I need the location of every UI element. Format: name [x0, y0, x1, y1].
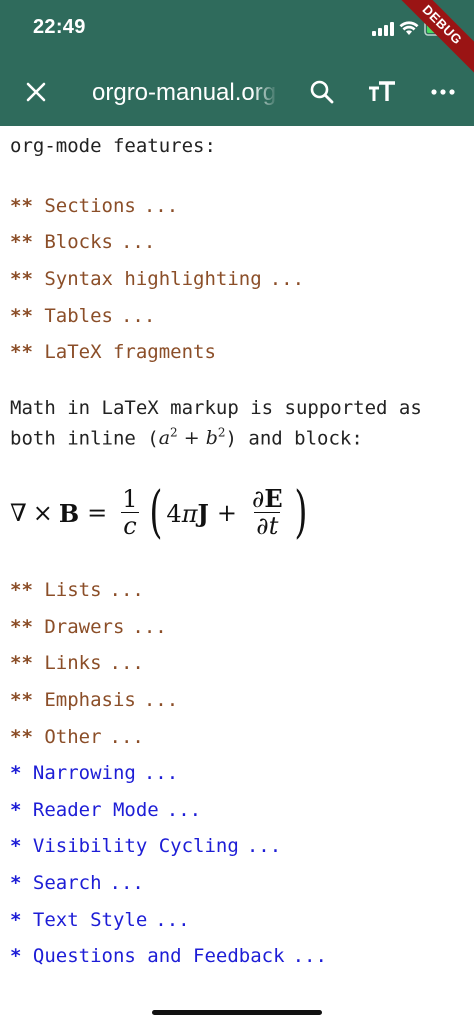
heading-title: LaTeX fragments	[44, 341, 216, 363]
document-view[interactable]: org-mode features: ** Sections... ** Blo…	[0, 0, 474, 1026]
heading-ellipsis: ...	[120, 231, 156, 253]
heading-title: Sections	[44, 195, 136, 217]
heading-stars: **	[10, 341, 33, 363]
plus-symbol: +	[216, 499, 237, 527]
section-heading-visibility-cycling[interactable]: * Visibility Cycling...	[10, 835, 281, 857]
more-options-button[interactable]	[419, 68, 467, 116]
heading-title: Visibility Cycling	[32, 835, 239, 857]
heading-title: Questions and Feedback	[32, 945, 285, 967]
heading-ellipsis: ...	[269, 268, 305, 290]
heading-ellipsis: ...	[120, 305, 156, 327]
heading-ellipsis: ...	[109, 579, 144, 601]
section-heading-lists[interactable]: ** Lists...	[10, 579, 144, 601]
section-heading-syntax-highlighting[interactable]: ** Syntax highlighting...	[10, 268, 304, 290]
paragraph-text: ) and block:	[225, 427, 363, 450]
section-heading-blocks[interactable]: ** Blocks...	[10, 231, 155, 253]
paragraph-line: org-mode features:	[10, 135, 216, 157]
section-heading-other[interactable]: ** Other...	[10, 726, 144, 748]
heading-title: Lists	[44, 579, 102, 601]
heading-title: Narrowing	[32, 762, 136, 784]
section-heading-tables[interactable]: ** Tables...	[10, 305, 155, 327]
close-icon	[26, 82, 46, 102]
heading-title: Drawers	[44, 616, 125, 638]
paragraph-line-inline-math: both inline (a2 + b2) and block:	[10, 426, 363, 449]
heading-ellipsis: ...	[246, 835, 282, 857]
close-button[interactable]	[12, 68, 60, 116]
heading-stars: **	[10, 726, 33, 748]
document-title: orgro-manual.org	[92, 79, 277, 106]
block-math-equation: ∇ × B = 1c ( 4πJ + ∂E ∂t )	[10, 478, 410, 548]
section-heading-links[interactable]: ** Links...	[10, 652, 144, 674]
heading-stars: **	[10, 231, 33, 253]
fraction-one-over-c: 1c	[121, 484, 139, 540]
heading-title: Other	[44, 726, 102, 748]
section-heading-narrowing[interactable]: * Narrowing...	[10, 762, 178, 784]
nabla-symbol: ∇	[10, 499, 27, 527]
heading-stars: **	[10, 268, 33, 290]
heading-stars: **	[10, 305, 33, 327]
text-size-icon	[369, 81, 395, 101]
heading-ellipsis: ...	[109, 726, 144, 748]
heading-stars: *	[10, 872, 22, 894]
heading-ellipsis: ...	[109, 872, 144, 894]
paragraph-text: both inline (	[10, 427, 159, 450]
section-heading-sections[interactable]: ** Sections...	[10, 195, 178, 217]
heading-title: Search	[32, 872, 102, 894]
heading-ellipsis: ...	[132, 616, 167, 638]
heading-stars: *	[10, 799, 22, 821]
text-size-button[interactable]	[358, 68, 406, 116]
heading-ellipsis: ...	[292, 945, 327, 967]
app-bar: 22:49 DEBUG orgro-manual.org	[0, 0, 474, 126]
section-heading-search[interactable]: * Search...	[10, 872, 144, 894]
fraction-dE-dt: ∂E ∂t	[251, 484, 283, 541]
home-indicator	[152, 1010, 322, 1015]
wifi-icon	[399, 21, 419, 35]
heading-ellipsis: ...	[155, 909, 190, 931]
heading-title: Text Style	[32, 909, 148, 931]
four-pi-J: 4πJ	[166, 498, 209, 528]
section-heading-drawers[interactable]: ** Drawers...	[10, 616, 167, 638]
math-bold-B: B	[58, 498, 80, 528]
more-icon	[431, 89, 455, 95]
heading-ellipsis: ...	[166, 799, 202, 821]
heading-stars: **	[10, 616, 33, 638]
heading-title: Links	[44, 652, 102, 674]
heading-stars: **	[10, 652, 33, 674]
heading-ellipsis: ...	[143, 195, 179, 217]
heading-stars: *	[10, 945, 22, 967]
toolbar: orgro-manual.org	[0, 60, 474, 124]
heading-stars: **	[10, 689, 33, 711]
status-bar: 22:49 DEBUG	[0, 0, 474, 83]
heading-title: Blocks	[44, 231, 113, 253]
heading-stars: **	[10, 579, 33, 601]
heading-ellipsis: ...	[109, 652, 144, 674]
section-heading-latex-fragments[interactable]: ** LaTeX fragments	[10, 341, 216, 363]
inline-math: a2 + b2	[158, 426, 226, 450]
heading-ellipsis: ...	[143, 689, 179, 711]
heading-title: Syntax highlighting	[44, 268, 262, 290]
heading-title: Tables	[44, 305, 113, 327]
section-heading-emphasis[interactable]: ** Emphasis...	[10, 689, 178, 711]
heading-stars: *	[10, 909, 22, 931]
times-symbol: ×	[32, 499, 53, 527]
left-paren: (	[148, 480, 163, 545]
section-heading-reader-mode[interactable]: * Reader Mode...	[10, 799, 201, 821]
heading-ellipsis: ...	[143, 762, 179, 784]
right-paren: )	[294, 480, 308, 545]
status-time: 22:49	[33, 16, 86, 38]
search-icon	[310, 80, 334, 104]
heading-title: Reader Mode	[32, 799, 159, 821]
paragraph-line: Math in LaTeX markup is supported as	[10, 397, 422, 419]
section-heading-questions-and-feedback[interactable]: * Questions and Feedback...	[10, 945, 327, 967]
heading-stars: **	[10, 195, 33, 217]
cellular-signal-icon	[372, 22, 394, 36]
heading-stars: *	[10, 835, 22, 857]
section-heading-text-style[interactable]: * Text Style...	[10, 909, 190, 931]
search-button[interactable]	[298, 68, 346, 116]
heading-stars: *	[10, 762, 22, 784]
heading-title: Emphasis	[44, 689, 136, 711]
equals-symbol: =	[87, 499, 108, 527]
